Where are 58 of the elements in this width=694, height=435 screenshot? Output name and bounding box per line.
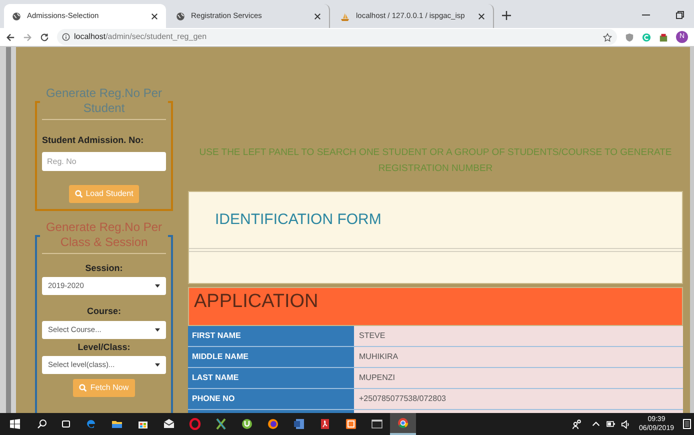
search-icon [74,190,83,198]
row-value: MUHIKIRA [354,346,683,366]
sailboat-icon [340,12,350,20]
windows-start-icon[interactable] [10,419,20,429]
reload-icon[interactable] [40,32,49,42]
row-label: PHONE NO [188,388,354,408]
back-icon[interactable] [6,32,15,42]
row-label: LAST NAME [188,368,354,388]
shield-icon[interactable] [625,32,634,42]
people-icon[interactable] [572,419,582,429]
minimize-icon[interactable] [642,14,650,16]
document-w-icon [293,418,305,430]
panel-title: Generate Reg.No Per Student [42,86,166,120]
folder-icon [111,418,123,430]
restore-icon[interactable] [676,11,684,19]
ring-o-icon [189,418,201,430]
scrollbar[interactable] [690,47,694,413]
row-value: STEVE [354,326,683,346]
browser-e-icon [85,418,97,430]
field-label: Level/Class: [76,340,132,354]
search-icon [79,384,88,392]
field-label: Session: [84,262,124,274]
star-icon[interactable] [603,32,612,42]
task-view-icon[interactable] [61,419,71,429]
field-label: Student Admission. No: [42,134,145,147]
card-title: IDENTIFICATION FORM [189,192,682,252]
x-icon [215,418,227,430]
row-value: MUPENZI [354,368,683,388]
battery-icon[interactable] [606,420,616,428]
envelope-icon [163,418,175,430]
instruction-text: USE THE LEFT PANEL TO SEARCH ONE STUDENT OR A GROUP OF STUDENTS/COURSE TO GENERATE REGISTRATION NUMBER [198,146,673,176]
close-icon[interactable] [151,12,158,20]
circle-logo-icon [397,417,409,429]
admission-number-field[interactable]: Reg. No [42,152,166,170]
panel-title: Generate Reg.No Per Class & Session [42,220,166,254]
u-icon [241,418,253,430]
address-bar[interactable]: localhost/admin/sec/student_reg_gen [57,29,617,45]
search-icon[interactable] [37,419,47,429]
row-value: +250785077538/072803 [354,388,683,408]
row-label: MIDDLE NAME [188,346,354,366]
application-header: APPLICATION [188,287,683,326]
pdf-icon [319,418,331,430]
url-text: localhost/admin/sec/student_reg_gen [74,31,207,43]
chevron-up-icon[interactable] [592,420,600,428]
new-tab-icon[interactable] [502,11,511,20]
field-label: Course: [86,305,122,318]
square-app-icon [345,418,357,430]
info-icon [62,33,70,41]
speaker-icon[interactable] [620,420,630,428]
terminal-icon [371,418,383,430]
close-icon[interactable] [478,12,485,20]
close-icon[interactable] [314,12,321,20]
dropdown-caret-icon [155,363,160,367]
notification-icon[interactable] [683,419,691,429]
extension-icon[interactable] [659,32,668,42]
dropdown-caret-icon [155,284,160,288]
row-label: FIRST NAME [188,326,354,346]
dropdown-caret-icon [155,328,160,332]
